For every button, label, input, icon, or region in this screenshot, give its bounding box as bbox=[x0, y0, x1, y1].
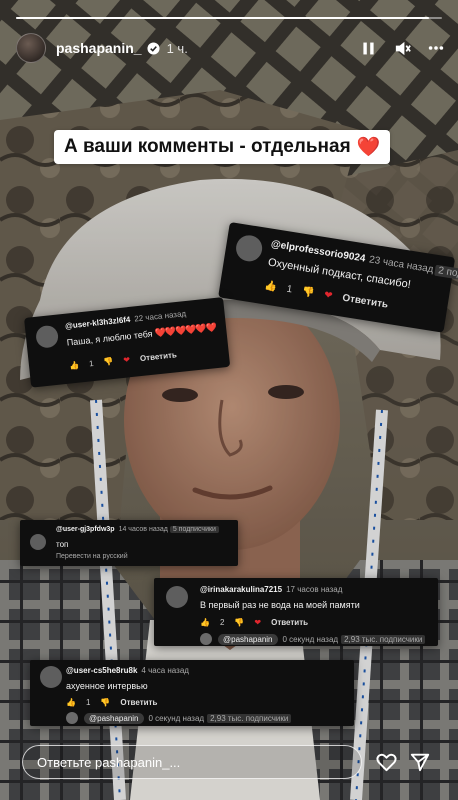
comment-handle: @user-cs5he8ru8k bbox=[66, 666, 138, 675]
comment-avatar bbox=[30, 534, 46, 550]
comment-text: топ bbox=[56, 540, 69, 549]
reply-author-chip[interactable]: @pashapanin bbox=[218, 633, 278, 645]
comment-subscribers-badge: 5 подписчики bbox=[169, 526, 219, 533]
reply-button[interactable]: Ответить bbox=[120, 698, 157, 707]
reply-subscribers-badge: 2,93 тыс. подписчики bbox=[207, 713, 292, 723]
heart-icon[interactable] bbox=[374, 750, 398, 774]
thumb-up-icon[interactable]: 👍 bbox=[66, 698, 76, 707]
comment-handle: @user-gj3pfdw3p bbox=[56, 526, 115, 533]
story-time: 1 ч. bbox=[166, 40, 188, 56]
comment-card: @user-gj3pfdw3p 14 часов назад 5 подписчик… bbox=[20, 520, 238, 566]
reply-subscribers-badge: 2,93 тыс. подписчики bbox=[341, 634, 426, 644]
reply-button[interactable]: Ответить bbox=[140, 350, 178, 363]
comment-avatar bbox=[234, 233, 264, 264]
reply-avatar bbox=[200, 633, 212, 645]
comment-avatar bbox=[40, 666, 62, 688]
thumb-down-icon[interactable]: 👎 bbox=[301, 286, 315, 299]
more-icon[interactable] bbox=[426, 38, 446, 58]
thumb-down-icon[interactable]: 👎 bbox=[234, 618, 244, 627]
comment-time: 22 часа назад bbox=[133, 309, 187, 324]
comment-text: ахуенное интервью bbox=[66, 681, 148, 691]
comment-avatar bbox=[166, 586, 188, 608]
story-progress-fill bbox=[16, 17, 430, 19]
verified-badge-icon bbox=[147, 41, 160, 55]
comment-text: Паша, я люблю тебя bbox=[66, 328, 153, 348]
story-viewer[interactable]: pashapanin_ 1 ч. А ваши комменты - отдел… bbox=[0, 0, 458, 800]
reply-author-chip[interactable]: @pashapanin bbox=[84, 712, 144, 724]
story-caption: А ваши комменты - отдельная ❤️ bbox=[54, 130, 391, 164]
comment-text: В первый раз не вода на моей памяти bbox=[200, 600, 360, 610]
thumb-down-icon[interactable]: 👎 bbox=[100, 698, 110, 707]
reply-time: 0 секунд назад bbox=[282, 634, 339, 644]
heart-icon[interactable]: ❤ bbox=[254, 618, 261, 627]
mute-icon[interactable] bbox=[392, 38, 412, 58]
comment-hearts: ❤️❤️❤️❤️❤️❤️ bbox=[154, 322, 217, 339]
story-header: pashapanin_ 1 ч. bbox=[16, 32, 446, 64]
thumb-up-icon[interactable]: 👍 bbox=[200, 618, 210, 627]
like-count: 1 bbox=[85, 698, 91, 707]
comment-avatar bbox=[34, 324, 60, 349]
comment-time: 23 часа назад bbox=[368, 254, 435, 276]
thumb-up-icon[interactable]: 👍 bbox=[264, 280, 278, 293]
reply-button[interactable]: Ответить bbox=[341, 293, 388, 311]
comment-time: 17 часов назад bbox=[286, 585, 343, 594]
reply-button[interactable]: Ответить bbox=[271, 618, 308, 627]
reply-avatar bbox=[66, 712, 78, 724]
username[interactable]: pashapanin_ bbox=[56, 40, 142, 56]
story-progress-bar bbox=[16, 17, 442, 19]
thumb-up-icon[interactable]: 👍 bbox=[69, 361, 80, 371]
caption-text: А ваши комменты - отдельная bbox=[64, 136, 351, 157]
comment-card: @user-cs5he8ru8k 4 часа назад ахуенное ин… bbox=[30, 660, 354, 726]
avatar[interactable] bbox=[16, 33, 46, 63]
like-count: 2 bbox=[219, 618, 225, 627]
comment-card: @irinakarakulina7215 17 часов назад В пер… bbox=[154, 578, 438, 646]
story-reply-input[interactable]: Ответьте pashapanin_... bbox=[22, 745, 362, 779]
reply-time: 0 секунд назад bbox=[148, 713, 205, 723]
thumb-down-icon[interactable]: 👎 bbox=[103, 357, 114, 367]
pause-icon[interactable] bbox=[358, 38, 378, 58]
send-icon[interactable] bbox=[408, 750, 432, 774]
comment-handle: @irinakarakulina7215 bbox=[200, 585, 283, 594]
heart-icon[interactable]: ❤ bbox=[123, 355, 131, 365]
comment-time: 14 часов назад bbox=[118, 526, 168, 533]
like-count: 1 bbox=[285, 283, 293, 296]
like-count: 1 bbox=[88, 359, 95, 369]
heart-icon[interactable]: ❤ bbox=[323, 290, 333, 302]
comment-handle: @user-kl3h3zl6f4 bbox=[64, 314, 131, 331]
comment-time: 4 часа назад bbox=[141, 666, 189, 675]
caption-heart-emoji: ❤️ bbox=[356, 137, 381, 158]
translate-link[interactable]: Перевести на русский bbox=[56, 553, 128, 560]
reply-placeholder: Ответьте pashapanin_... bbox=[37, 754, 181, 770]
